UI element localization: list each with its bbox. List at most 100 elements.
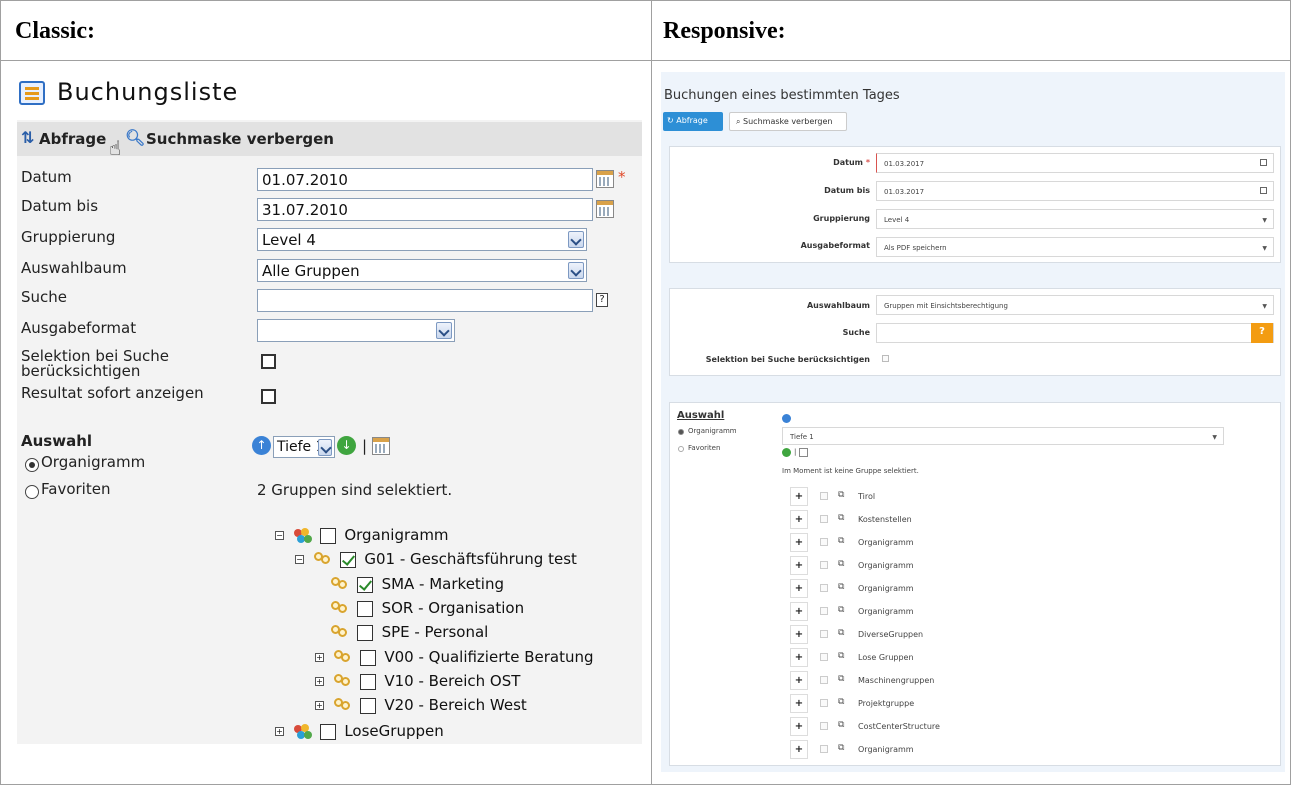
tree-item[interactable]: − G01 - Geschäftsführung test [295,550,577,568]
datum-input[interactable]: 01.03.2017 [876,153,1274,173]
tree-checkbox[interactable] [319,527,336,544]
tree-checkbox[interactable] [356,600,373,617]
plus-icon[interactable]: + [790,740,808,759]
selektion-checkbox[interactable] [261,354,276,369]
auswahlbaum-select[interactable]: Gruppen mit Einsichtsberechtigung ▼ [876,295,1274,315]
down-arrow-icon[interactable]: ↓ [337,436,356,455]
caret-down-icon[interactable]: ▼ [1212,434,1217,441]
tree-checkbox[interactable] [820,630,828,638]
chevron-down-icon[interactable] [568,262,584,279]
tree-item[interactable]: + V00 - Qualifizierte Beratung [315,648,594,666]
datum-bis-input[interactable]: 31.07.2010 [257,198,593,221]
magnifier-icon[interactable]: 🔍︎ [125,128,145,147]
resultat-label: Resultat sofort anzeigen [21,384,204,402]
chevron-down-icon[interactable] [318,439,332,456]
tree-item[interactable]: SOR - Organisation [330,599,524,617]
plus-icon[interactable]: + [790,487,808,506]
collapse-icon[interactable]: − [295,555,304,564]
plus-icon[interactable]: + [790,671,808,690]
tree-checkbox[interactable] [820,699,828,707]
calendar-icon[interactable] [596,200,614,218]
datum-bis-input[interactable]: 01.03.2017 [876,181,1274,201]
plus-icon[interactable]: + [790,533,808,552]
caret-down-icon[interactable]: ▼ [1262,303,1267,310]
auswahlbaum-select[interactable]: Alle Gruppen [257,259,587,282]
datum-input[interactable]: 01.07.2010 [257,168,593,191]
suche-input[interactable] [257,289,593,312]
plus-icon[interactable]: + [790,625,808,644]
tree-checkbox[interactable] [820,607,828,615]
plus-icon[interactable]: + [790,648,808,667]
tree-checkbox[interactable] [356,624,373,641]
tree-checkbox[interactable] [820,676,828,684]
tree-item[interactable]: + V20 - Bereich West [315,696,527,714]
tree-checkbox[interactable] [359,673,376,690]
query-button[interactable]: ↻ Abfrage [663,112,723,131]
search-panel: Auswahlbaum Gruppen mit Einsichtsberecht… [669,288,1281,376]
calendar-icon[interactable] [596,170,614,188]
tree-checkbox[interactable] [820,515,828,523]
datum-bis-value: 01.03.2017 [884,188,925,196]
favoriten-radio[interactable] [25,485,39,499]
chevron-down-icon[interactable] [568,231,584,248]
tree-checkbox[interactable] [359,649,376,666]
suche-input[interactable]: ? [876,323,1274,343]
tree-item[interactable]: SMA - Marketing [330,575,504,593]
help-button[interactable]: ? [1251,323,1273,343]
plus-icon[interactable]: + [790,579,808,598]
plus-icon[interactable]: + [790,556,808,575]
tree-checkbox[interactable] [820,745,828,753]
expand-icon[interactable]: + [275,727,284,736]
hide-search-button[interactable]: ⌕ Suchmaske verbergen [729,112,847,131]
tree-checkbox[interactable] [356,576,373,593]
plus-icon[interactable]: + [790,717,808,736]
gruppierung-select[interactable]: Level 4 [257,228,587,251]
refresh-icon[interactable]: ⇅ [21,128,34,147]
tree-item-label: Organigramm [858,607,914,616]
grid-icon[interactable] [372,437,390,455]
chevron-down-icon[interactable] [436,322,452,339]
tree-checkbox[interactable] [319,723,336,740]
depth-select[interactable]: Tiefe 1 ▼ [782,427,1224,445]
plus-icon[interactable]: + [790,694,808,713]
caret-down-icon[interactable]: ▼ [1262,245,1267,252]
tree-item[interactable]: + V10 - Bereich OST [315,672,520,690]
tree-checkbox[interactable] [820,722,828,730]
organigramm-radio[interactable] [25,458,39,472]
calendar-icon[interactable] [1260,159,1267,166]
tree-checkbox[interactable] [339,551,356,568]
plus-icon[interactable]: + [790,602,808,621]
ausgabeformat-select[interactable]: Als PDF speichern ▼ [876,237,1274,257]
tree-checkbox[interactable] [359,697,376,714]
expand-icon[interactable]: + [315,677,324,686]
tree-item[interactable]: + LoseGruppen [275,722,444,740]
collapse-icon[interactable]: − [275,531,284,540]
tree-item[interactable]: SPE - Personal [330,623,488,641]
plus-icon[interactable]: + [790,510,808,529]
selektion-checkbox[interactable] [882,355,889,362]
tree-checkbox[interactable] [820,653,828,661]
up-arrow-icon[interactable] [782,414,791,423]
organigramm-radio[interactable] [678,429,684,435]
expand-icon[interactable]: + [315,653,324,662]
ausgabeformat-select[interactable] [257,319,455,342]
toolbar-separator: | [794,448,797,456]
expand-icon[interactable]: + [315,701,324,710]
tree-checkbox[interactable] [820,561,828,569]
grid-icon[interactable] [799,448,808,457]
depth-select[interactable]: Tiefe 1 [273,436,335,458]
gruppierung-select[interactable]: Level 4 ▼ [876,209,1274,229]
query-button[interactable]: Abfrage [39,130,106,148]
up-arrow-icon[interactable]: ↑ [252,436,271,455]
help-icon[interactable]: ? [596,293,608,307]
hide-search-button[interactable]: Suchmaske verbergen [146,130,334,148]
caret-down-icon[interactable]: ▼ [1262,217,1267,224]
tree-checkbox[interactable] [820,538,828,546]
tree-item[interactable]: − Organigramm [275,526,449,544]
calendar-icon[interactable] [1260,187,1267,194]
favoriten-radio[interactable] [678,446,684,452]
resultat-checkbox[interactable] [261,389,276,404]
down-arrow-icon[interactable] [782,448,791,457]
tree-checkbox[interactable] [820,492,828,500]
tree-checkbox[interactable] [820,584,828,592]
